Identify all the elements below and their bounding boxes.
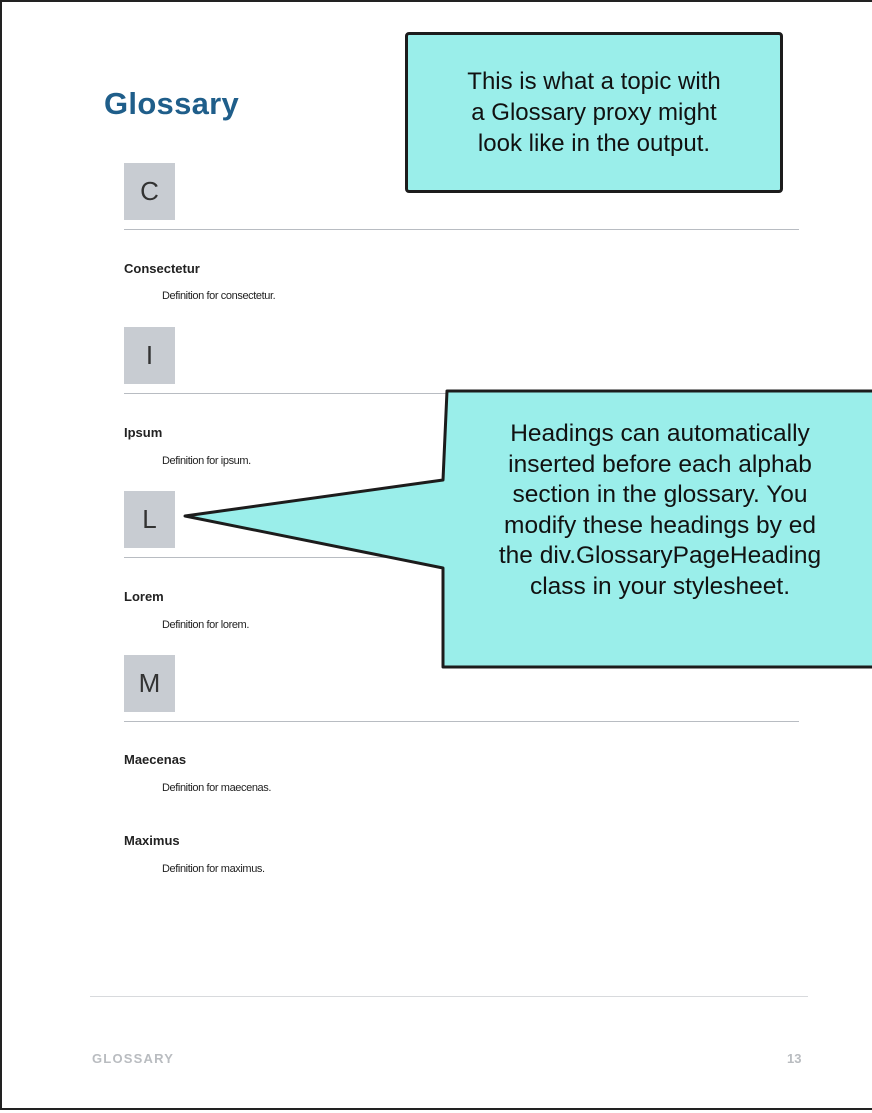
- callout-line: Headings can automatically: [510, 420, 810, 447]
- callout-line: inserted before each alphab: [508, 450, 812, 478]
- callout-line: class in your stylesheet.: [529, 572, 791, 600]
- callout-line: section in the glossary. You: [512, 481, 808, 508]
- heading-callout: Headings can automatically inserted befo…: [430, 419, 872, 602]
- callout-line: the div.GlossaryPageHeading: [498, 542, 822, 569]
- callout-line: modify these headings by ed: [504, 511, 816, 539]
